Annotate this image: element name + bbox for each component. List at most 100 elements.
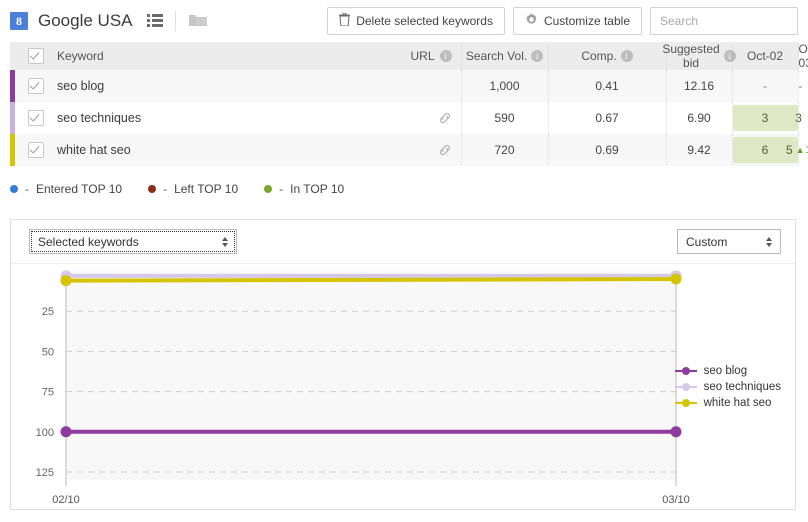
chevron-updown-icon <box>222 237 228 247</box>
column-header-suggested-bid[interactable]: Suggested bid i <box>666 42 732 70</box>
cell-keyword: white hat seo <box>10 134 461 166</box>
cell-keyword: seo blog <box>10 70 461 102</box>
info-icon[interactable]: i <box>531 50 543 62</box>
row-checkbox[interactable] <box>28 142 44 158</box>
chart-legend-item[interactable]: seo techniques <box>675 379 781 395</box>
link-icon[interactable] <box>438 111 461 125</box>
chart-legend-item[interactable]: white hat seo <box>675 395 781 411</box>
delete-selected-keywords-label: Delete selected keywords <box>356 14 493 28</box>
customize-table-button[interactable]: Customize table <box>513 7 642 35</box>
column-header-url-label: URL <box>411 49 435 63</box>
toolbar-actions: Delete selected keywords Customize table <box>327 0 798 42</box>
table-row[interactable]: white hat seo7200.699.4265▲1 <box>10 134 798 166</box>
cell-suggested-bid: 12.16 <box>666 70 732 102</box>
chart-point[interactable] <box>671 274 682 285</box>
chart-series-legend: seo blog seo techniques white hat seo <box>675 363 781 411</box>
status-legend-item: - Left TOP 10 <box>148 182 238 196</box>
search-input[interactable] <box>650 7 798 35</box>
row-checkbox[interactable] <box>28 110 44 126</box>
column-header-competition[interactable]: Comp. i <box>548 42 666 70</box>
row-checkbox[interactable] <box>28 78 44 94</box>
status-legend: - Entered TOP 10- Left TOP 10- In TOP 10 <box>10 182 344 196</box>
cell-search-volume: 1,000 <box>461 70 548 102</box>
column-header-suggested-bid-label: Suggested bid <box>662 42 719 70</box>
chart-legend-label: seo blog <box>704 365 747 377</box>
legend-marker-icon <box>675 398 697 408</box>
cell-rank-oct-02: 3 <box>732 102 798 134</box>
info-icon[interactable]: i <box>724 50 736 62</box>
table-row[interactable]: seo techniques 590 0.67 6.90 3 3 <box>10 102 798 134</box>
gear-icon <box>525 13 544 29</box>
chart-point[interactable] <box>61 275 72 286</box>
folder-button[interactable] <box>176 12 208 31</box>
column-header-search-volume[interactable]: Search Vol. i <box>461 42 548 70</box>
rank-delta: ▲1 <box>796 145 808 156</box>
period-select-wrapper: Custom <box>677 229 781 254</box>
select-all-checkbox[interactable] <box>28 48 44 64</box>
legend-dash: - <box>163 182 167 196</box>
chart-legend-item[interactable]: seo blog <box>675 363 781 379</box>
keywords-table-container: Keyword URL i Search Vol. i Comp. i Sugg… <box>10 42 798 166</box>
status-legend-item: - Entered TOP 10 <box>10 182 122 196</box>
cell-search-volume: 590 <box>461 102 548 134</box>
cell-suggested-bid: 9.42 <box>666 134 732 166</box>
keyword-select-value: Selected keywords <box>38 235 139 249</box>
legend-dash: - <box>279 182 283 196</box>
rank-value: - <box>799 79 803 93</box>
column-header-keyword-label: Keyword <box>57 49 104 63</box>
delete-selected-keywords-button[interactable]: Delete selected keywords <box>327 7 505 35</box>
keyword-label: white hat seo <box>57 143 131 157</box>
rankings-chart-panel: Selected keywords Custom 25 50 75 100 125 02/… <box>10 219 796 510</box>
folder-icon <box>188 12 208 31</box>
page-title: Google USA <box>38 11 133 31</box>
legend-dot-icon <box>264 185 272 193</box>
status-legend-item: - In TOP 10 <box>264 182 344 196</box>
cell-search-volume: 720 <box>461 134 548 166</box>
list-icon <box>147 13 163 30</box>
column-header-url[interactable]: URL i <box>411 49 461 63</box>
keyword-label: seo blog <box>57 79 104 93</box>
cell-rank-oct-02: - <box>732 70 798 102</box>
table-body: seo blog 1,000 0.41 12.16- - seo techniques 59… <box>10 70 798 166</box>
cell-competition: 0.67 <box>548 102 666 134</box>
y-axis-tick-label: 100 <box>36 427 54 439</box>
info-icon[interactable]: i <box>621 50 633 62</box>
legend-marker-icon <box>675 366 697 376</box>
x-axis-tick-label: 02/10 <box>52 494 80 506</box>
row-color-bar <box>10 102 15 134</box>
y-axis-tick-label: 125 <box>36 467 54 479</box>
legend-dash: - <box>25 182 29 196</box>
y-axis-tick-label: 25 <box>42 306 54 318</box>
keyword-select-wrapper: Selected keywords <box>29 229 237 254</box>
row-color-bar <box>10 70 15 102</box>
row-color-bar <box>10 134 15 166</box>
cell-suggested-bid: 6.90 <box>666 102 732 134</box>
column-header-search-volume-label: Search Vol. <box>466 49 527 63</box>
column-header-date-oct-02[interactable]: Oct-02 <box>732 42 798 70</box>
column-header-keyword[interactable]: Keyword URL i <box>10 42 461 70</box>
cell-competition: 0.69 <box>548 134 666 166</box>
period-select-value: Custom <box>686 235 727 249</box>
keyword-tracking-page: 8 Google USA Delete selected keywords Cu… <box>0 0 808 522</box>
plot-background <box>66 271 676 480</box>
y-axis-tick-label: 50 <box>42 346 54 358</box>
link-icon[interactable] <box>438 143 461 157</box>
rank-value: - <box>763 79 767 93</box>
chart-point[interactable] <box>61 426 72 437</box>
triangle-up-icon: ▲ <box>796 145 805 155</box>
list-view-button[interactable] <box>147 13 163 30</box>
table-header-row: Keyword URL i Search Vol. i Comp. i Sugg… <box>10 42 798 70</box>
chart-controls: Selected keywords Custom <box>11 220 795 264</box>
cell-keyword: seo techniques <box>10 102 461 134</box>
status-legend-label: Left TOP 10 <box>174 182 238 196</box>
keywords-table: Keyword URL i Search Vol. i Comp. i Sugg… <box>10 42 798 166</box>
chart-point[interactable] <box>671 426 682 437</box>
info-icon[interactable]: i <box>440 50 452 62</box>
chart-legend-label: seo techniques <box>704 381 781 393</box>
column-header-competition-label: Comp. <box>581 49 616 63</box>
period-select[interactable]: Custom <box>677 229 781 254</box>
search-engine-badge-icon: 8 <box>10 12 28 30</box>
table-row[interactable]: seo blog 1,000 0.41 12.16 - - <box>10 70 798 102</box>
keyword-select[interactable]: Selected keywords <box>29 229 237 254</box>
legend-dot-icon <box>10 185 18 193</box>
